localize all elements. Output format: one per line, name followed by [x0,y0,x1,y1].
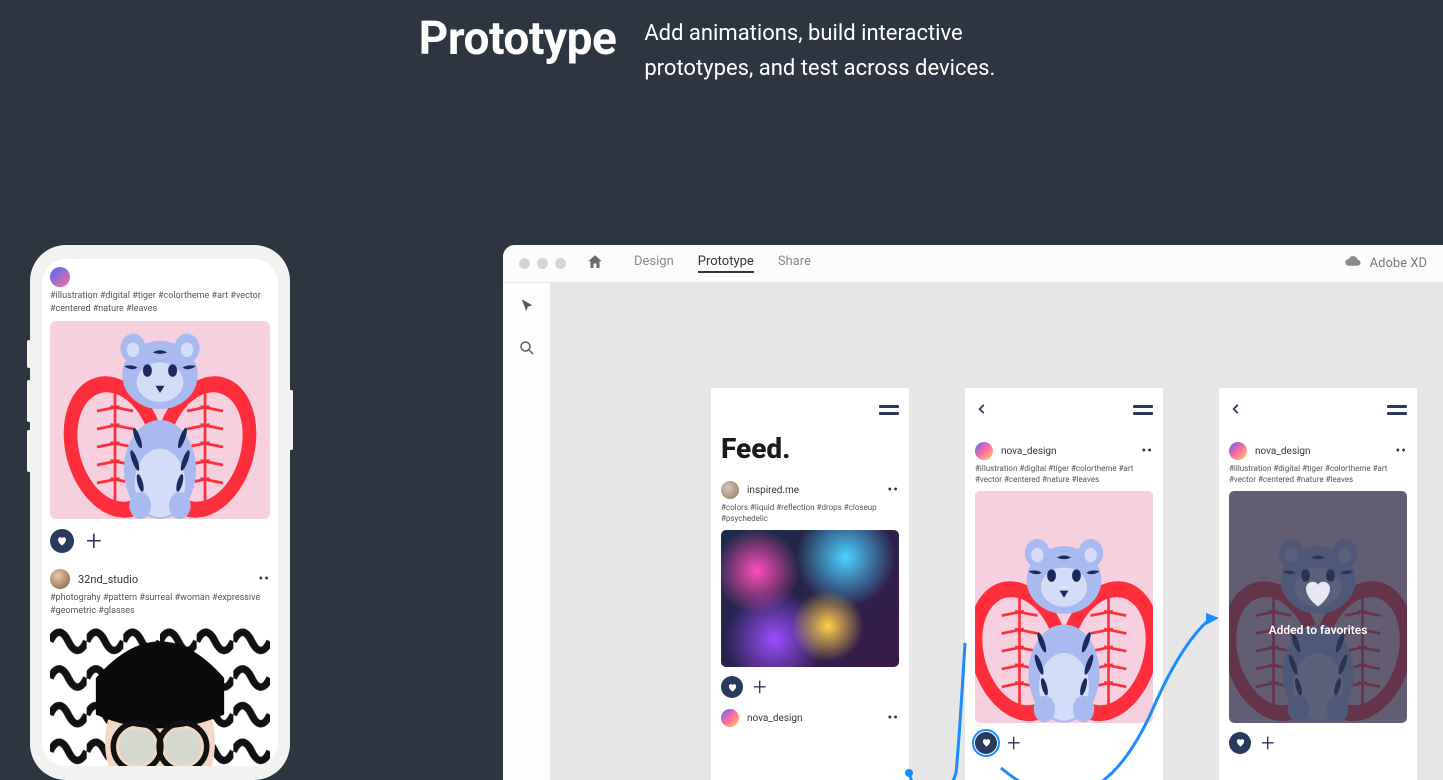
hero-title: Prototype [419,12,617,66]
avatar [50,569,70,589]
menu-icon[interactable] [1387,405,1407,415]
post-tags: #illustration #digital #tiger #colorthem… [975,463,1153,485]
author-name: inspired.me [747,485,880,496]
post-image-tiger [975,491,1153,722]
post-image-liquid [721,530,899,667]
more-icon[interactable]: •• [888,482,899,498]
add-button[interactable]: + [1261,731,1275,755]
xd-app-window: Design Prototype Share Adobe XD [503,245,1443,780]
back-icon[interactable] [975,401,989,420]
post-tags: #colors #liquid #reflection #drops #clos… [721,502,899,524]
more-icon[interactable]: •• [259,571,270,587]
author-name: nova_design [747,713,880,724]
overlay-text: Added to favorites [1269,623,1368,639]
post-image-woman [50,623,270,766]
avatar [721,709,739,727]
like-button[interactable] [721,676,743,698]
avatar [50,267,70,287]
post-tags: #photograhy #pattern #surreal #woman #ex… [50,592,270,617]
like-button[interactable] [975,732,997,754]
artboard-detail[interactable]: nova_design •• #illustration #digital #t… [965,388,1163,780]
feed-title: Feed. [721,432,899,465]
add-button[interactable]: + [1007,731,1021,755]
menu-icon[interactable] [1133,405,1153,415]
cloud-icon [1344,255,1362,273]
more-icon[interactable]: •• [1142,443,1153,459]
post-tags: #illustration #digital #tiger #colorthem… [1229,463,1407,485]
titlebar: Design Prototype Share Adobe XD [503,245,1443,283]
app-name: Adobe XD [1370,256,1427,271]
author-name: nova_design [1001,446,1134,457]
back-icon[interactable] [1229,401,1243,420]
tab-prototype[interactable]: Prototype [698,254,754,273]
author-name: 32nd_studio [78,573,251,586]
select-tool-icon[interactable] [518,297,536,319]
post-tags: #illustration #digital #tiger #colorthem… [50,290,270,315]
heart-icon [1300,575,1336,615]
artboard-feed[interactable]: Feed. inspired.me •• #colors #liquid #re… [711,388,909,780]
phone-mockup: #illustration #digital #tiger #colorthem… [30,245,290,780]
menu-icon[interactable] [879,405,899,415]
hero-description: Add animations, build interactive protot… [644,12,1024,86]
add-button[interactable]: + [86,527,102,555]
home-icon[interactable] [586,253,604,275]
window-controls[interactable] [519,258,566,269]
tab-share[interactable]: Share [778,254,811,273]
more-icon[interactable]: •• [1396,443,1407,459]
post-image-tiger [50,321,270,519]
add-button[interactable]: + [753,675,767,699]
like-button[interactable] [50,529,74,553]
avatar [1229,442,1247,460]
artboard-favorited[interactable]: nova_design •• #illustration #digital #t… [1219,388,1417,780]
toolbar [503,283,551,780]
like-button[interactable] [1229,732,1251,754]
more-icon[interactable]: •• [888,710,899,726]
post-image-tiger-overlay: Added to favorites [1229,491,1407,722]
canvas[interactable]: Feed. inspired.me •• #colors #liquid #re… [551,283,1443,780]
tab-design[interactable]: Design [634,254,674,273]
zoom-tool-icon[interactable] [518,339,536,361]
avatar [975,442,993,460]
avatar [721,481,739,499]
author-name: nova_design [1255,446,1388,457]
